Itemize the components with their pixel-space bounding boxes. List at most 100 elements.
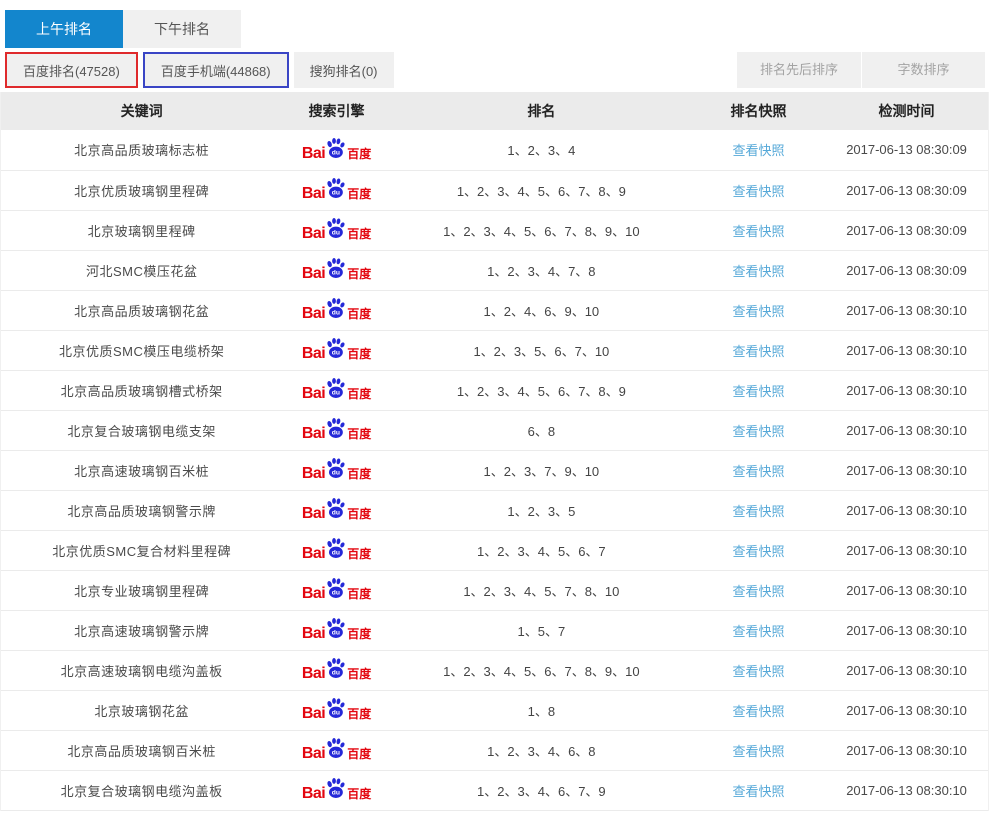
baidu-paw-du-text: du xyxy=(332,549,340,556)
baidu-logo-bai-text: Bai xyxy=(301,144,326,162)
table-row: 北京高速玻璃钢百米桩 Bai du 百度 1、2、3、7、9、10 查看快照 2… xyxy=(1,450,988,491)
baidu-logo-cn-text: 百度 xyxy=(347,227,372,241)
keyword-cell: 北京高速玻璃钢警示牌 xyxy=(1,610,283,651)
view-snapshot-link[interactable]: 查看快照 xyxy=(732,344,784,359)
baidu-paw-icon: du xyxy=(327,458,345,478)
subtab-baidu-mobile-ranking[interactable]: 百度手机端(44868) xyxy=(142,52,289,88)
baidu-paw-icon: du xyxy=(327,218,345,238)
baidu-paw-du-text: du xyxy=(332,389,340,396)
engine-cell: Bai du 百度 xyxy=(282,130,391,171)
header-search-engine: 搜索引擎 xyxy=(282,92,391,130)
view-snapshot-link[interactable]: 查看快照 xyxy=(732,624,784,639)
rank-cell: 1、2、3、4、5、7、8、10 xyxy=(390,570,692,611)
rank-cell: 1、2、3、4 xyxy=(390,130,692,171)
baidu-logo: Bai du 百度 xyxy=(302,378,371,402)
keyword-cell: 北京高品质玻璃钢槽式桥架 xyxy=(1,370,283,411)
baidu-logo-cn-text: 百度 xyxy=(347,787,372,801)
rank-cell: 1、8 xyxy=(390,690,692,731)
baidu-logo-bai-text: Bai xyxy=(301,785,326,802)
header-snapshot: 排名快照 xyxy=(691,92,826,130)
subtab-sogou-ranking[interactable]: 搜狗排名(0) xyxy=(293,52,394,88)
baidu-paw-icon: du xyxy=(327,698,345,718)
baidu-logo: Bai du 百度 xyxy=(302,218,371,242)
view-snapshot-link[interactable]: 查看快照 xyxy=(732,664,784,679)
engine-cell: Bai du 百度 xyxy=(282,570,391,611)
sort-by-rank-order-button[interactable]: 排名先后排序 xyxy=(737,52,861,88)
check-time-cell: 2017-06-13 08:30:10 xyxy=(825,290,988,331)
baidu-paw-icon: du xyxy=(327,178,345,198)
baidu-logo: Bai du 百度 xyxy=(301,137,371,162)
rank-cell: 1、2、3、4、5、6、7、8、9、10 xyxy=(390,650,692,691)
subtab-baidu-pc-ranking[interactable]: 百度排名(47528) xyxy=(5,52,138,88)
baidu-paw-du-text: du xyxy=(332,349,340,356)
rank-cell: 1、2、3、4、5、6、7 xyxy=(390,530,692,571)
view-snapshot-link[interactable]: 查看快照 xyxy=(732,544,784,559)
check-time-cell: 2017-06-13 08:30:10 xyxy=(825,450,988,491)
view-snapshot-link[interactable]: 查看快照 xyxy=(732,784,784,799)
table-row: 北京高品质玻璃标志桩 Bai du 百度 1、2、3、4 查看快照 2017-0… xyxy=(1,130,988,171)
sort-by-word-count-button[interactable]: 字数排序 xyxy=(861,52,985,88)
view-snapshot-link[interactable]: 查看快照 xyxy=(732,744,784,759)
snapshot-cell: 查看快照 xyxy=(691,650,826,691)
engine-cell: Bai du 百度 xyxy=(282,330,391,371)
check-time-cell: 2017-06-13 08:30:10 xyxy=(825,730,988,771)
header-keyword: 关键词 xyxy=(1,92,283,130)
baidu-logo-bai-text: Bai xyxy=(301,465,326,482)
keyword-cell: 北京高品质玻璃钢百米桩 xyxy=(1,730,283,771)
baidu-paw-du-text: du xyxy=(332,709,340,716)
baidu-paw-icon: du xyxy=(327,538,345,558)
tab-morning-ranking[interactable]: 上午排名 xyxy=(5,10,123,48)
baidu-logo: Bai du 百度 xyxy=(302,418,371,442)
baidu-logo-bai-text: Bai xyxy=(301,585,326,602)
snapshot-cell: 查看快照 xyxy=(691,410,826,451)
baidu-paw-icon: du xyxy=(327,378,345,398)
baidu-logo-cn-text: 百度 xyxy=(347,307,372,321)
baidu-paw-du-text: du xyxy=(332,429,340,436)
baidu-logo-cn-text: 百度 xyxy=(347,267,372,281)
baidu-paw-icon: du xyxy=(327,658,345,678)
baidu-logo-cn-text: 百度 xyxy=(347,347,372,361)
baidu-logo-bai-text: Bai xyxy=(301,185,326,202)
baidu-logo: Bai du 百度 xyxy=(302,618,371,642)
baidu-logo-bai-text: Bai xyxy=(301,265,326,282)
engine-cell: Bai du 百度 xyxy=(282,210,391,251)
baidu-paw-icon: du xyxy=(327,418,345,438)
snapshot-cell: 查看快照 xyxy=(691,290,826,331)
table-row: 北京复合玻璃钢电缆沟盖板 Bai du 百度 1、2、3、4、6、7、9 查看快… xyxy=(1,770,988,811)
snapshot-cell: 查看快照 xyxy=(691,490,826,531)
view-snapshot-link[interactable]: 查看快照 xyxy=(732,464,784,479)
engine-cell: Bai du 百度 xyxy=(282,490,391,531)
period-tabs: 上午排名 下午排名 xyxy=(0,0,989,48)
keyword-cell: 北京复合玻璃钢电缆支架 xyxy=(1,410,283,451)
view-snapshot-link[interactable]: 查看快照 xyxy=(732,184,784,199)
engine-cell: Bai du 百度 xyxy=(282,290,391,331)
view-snapshot-link[interactable]: 查看快照 xyxy=(732,143,784,158)
keyword-cell: 北京优质SMC复合材料里程碑 xyxy=(1,530,283,571)
view-snapshot-link[interactable]: 查看快照 xyxy=(732,584,784,599)
view-snapshot-link[interactable]: 查看快照 xyxy=(732,224,784,239)
rank-cell: 1、2、3、5、6、7、10 xyxy=(390,330,692,371)
baidu-paw-icon: du xyxy=(327,738,345,758)
baidu-logo-bai-text: Bai xyxy=(301,665,326,682)
table-row: 北京专业玻璃钢里程碑 Bai du 百度 1、2、3、4、5、7、8、10 查看… xyxy=(1,570,988,611)
view-snapshot-link[interactable]: 查看快照 xyxy=(732,504,784,519)
tab-afternoon-ranking[interactable]: 下午排名 xyxy=(123,10,241,48)
view-snapshot-link[interactable]: 查看快照 xyxy=(732,424,784,439)
baidu-logo-cn-text: 百度 xyxy=(347,627,372,641)
view-snapshot-link[interactable]: 查看快照 xyxy=(732,264,784,279)
baidu-logo: Bai du 百度 xyxy=(302,458,371,482)
baidu-paw-du-text: du xyxy=(332,189,340,196)
check-time-cell: 2017-06-13 08:30:09 xyxy=(825,210,988,251)
view-snapshot-link[interactable]: 查看快照 xyxy=(732,384,784,399)
check-time-cell: 2017-06-13 08:30:10 xyxy=(825,370,988,411)
table-row: 北京玻璃钢里程碑 Bai du 百度 1、2、3、4、5、6、7、8、9、10 xyxy=(1,210,988,251)
view-snapshot-link[interactable]: 查看快照 xyxy=(732,304,784,319)
snapshot-cell: 查看快照 xyxy=(691,690,826,731)
view-snapshot-link[interactable]: 查看快照 xyxy=(732,704,784,719)
engine-cell: Bai du 百度 xyxy=(282,610,391,651)
baidu-logo: Bai du 百度 xyxy=(302,498,371,522)
baidu-logo-bai-text: Bai xyxy=(301,705,326,722)
table-row: 北京优质SMC模压电缆桥架 Bai du 百度 1、2、3、5、6、7、10 查… xyxy=(1,330,988,371)
engine-cell: Bai du 百度 xyxy=(282,770,391,811)
rank-cell: 1、2、3、4、6、7、9 xyxy=(390,770,692,811)
